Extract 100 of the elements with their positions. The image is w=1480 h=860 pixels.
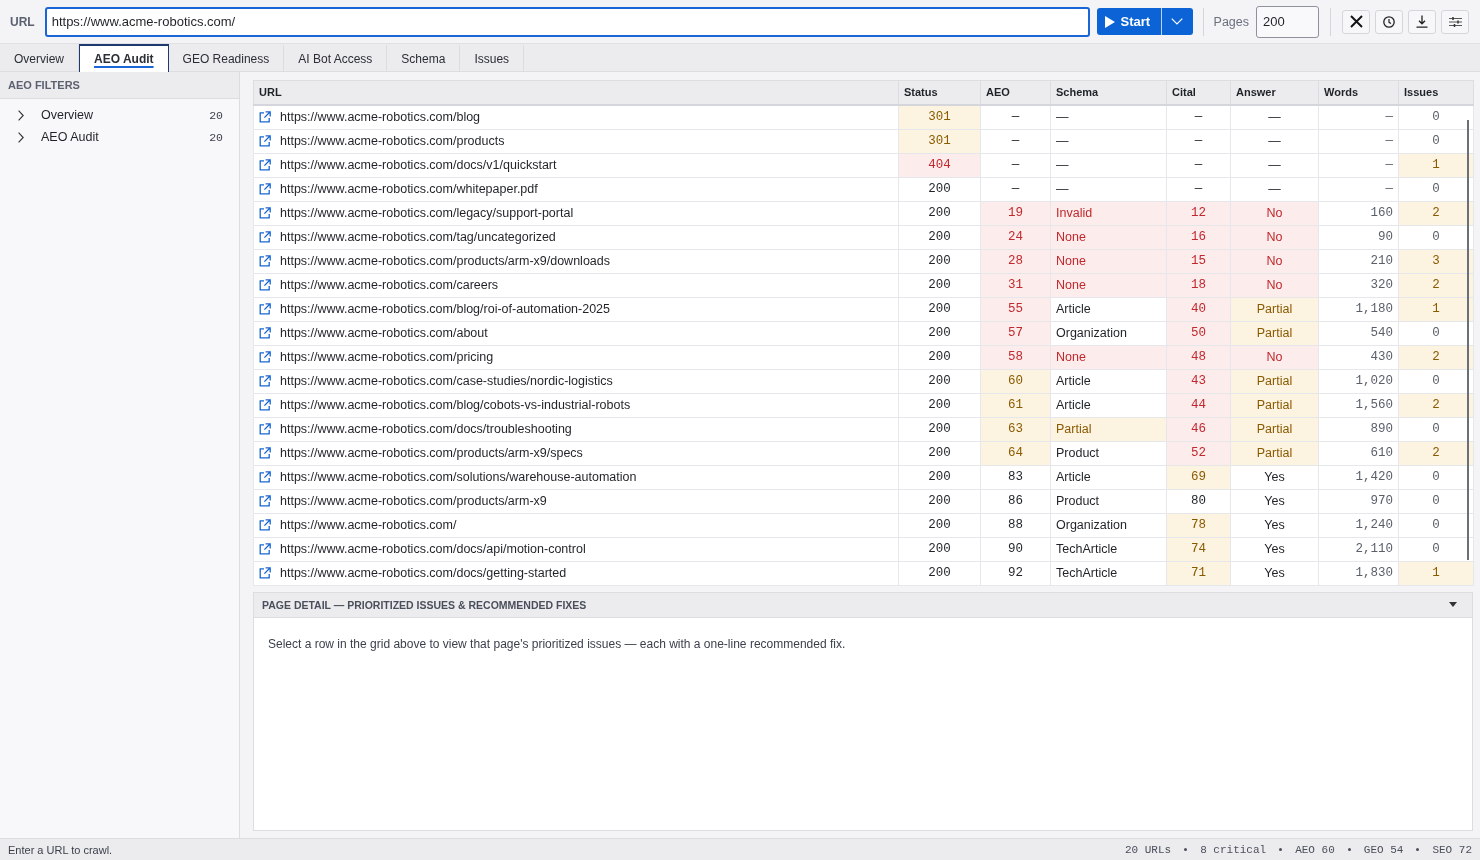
- bullet-icon: [1416, 848, 1420, 851]
- pages-field[interactable]: 200: [1256, 5, 1319, 38]
- caret-down-icon[interactable]: [1449, 602, 1457, 607]
- table-cell: —: [1230, 104, 1319, 129]
- url-text: https://www.acme-robotics.com/legacy/support-portal: [280, 206, 574, 220]
- table-cell: Organization: [1050, 321, 1167, 345]
- chevron-right-icon[interactable]: [18, 109, 24, 121]
- chevron-down-icon: [1171, 18, 1184, 25]
- external-link-icon[interactable]: [259, 111, 271, 123]
- url-text: https://www.acme-robotics.com/blog/roi-of-automation-2025: [280, 302, 610, 316]
- table-cell: —: [1050, 153, 1167, 177]
- table-cell: Invalid: [1050, 201, 1167, 225]
- table-cell: Organization: [1050, 513, 1167, 537]
- settings-button[interactable]: [1441, 9, 1469, 34]
- url-field[interactable]: https://www.acme-robotics.com/: [44, 6, 1090, 37]
- url-text: https://www.acme-robotics.com/docs/troubleshooting: [280, 422, 572, 436]
- column-header[interactable]: Cital: [1166, 80, 1231, 105]
- external-link-icon[interactable]: [259, 423, 271, 435]
- external-link-icon[interactable]: [259, 351, 271, 363]
- external-link-icon[interactable]: [259, 375, 271, 387]
- status-stat: GEO 54: [1363, 843, 1404, 856]
- url-text: https://www.acme-robotics.com/products/arm-x9/downloads: [280, 254, 610, 268]
- external-link-icon[interactable]: [259, 135, 271, 147]
- external-link-icon[interactable]: [259, 207, 271, 219]
- url-text: https://www.acme-robotics.com/blog: [280, 110, 481, 124]
- close-icon: [1349, 15, 1363, 28]
- table-cell: Partial: [1230, 369, 1319, 393]
- column-header[interactable]: Words: [1318, 80, 1399, 105]
- table-cell: None: [1050, 249, 1167, 273]
- external-link-icon[interactable]: [259, 279, 271, 291]
- external-link-icon[interactable]: [259, 519, 271, 531]
- status-stat: SEO 72: [1432, 843, 1472, 856]
- table-cell: Partial: [1050, 417, 1167, 441]
- url-text: https://www.acme-robotics.com/products/arm-x9/specs: [280, 446, 583, 460]
- sliders-icon: [1448, 16, 1462, 27]
- download-icon: [1416, 15, 1428, 28]
- url-label: URL: [10, 14, 35, 29]
- table-cell: None: [1050, 273, 1167, 297]
- table-cell: Product: [1050, 441, 1167, 465]
- pages-label: Pages: [1213, 14, 1249, 29]
- column-header[interactable]: Answer: [1230, 80, 1319, 105]
- external-link-icon[interactable]: [259, 495, 271, 507]
- column-header[interactable]: AEO: [980, 80, 1051, 105]
- column-header[interactable]: Issues: [1398, 80, 1474, 105]
- external-link-icon[interactable]: [259, 543, 271, 555]
- url-text: https://www.acme-robotics.com/tag/uncategorized: [280, 230, 556, 244]
- filter-item[interactable]: AEO Audit: [41, 130, 210, 144]
- external-link-icon[interactable]: [259, 567, 271, 579]
- external-link-icon[interactable]: [259, 447, 271, 459]
- table-cell: TechArticle: [1050, 561, 1167, 585]
- external-link-icon[interactable]: [259, 183, 271, 195]
- table-cell: No: [1230, 201, 1319, 225]
- history-button[interactable]: [1375, 9, 1403, 34]
- table-cell: Product: [1050, 489, 1167, 513]
- table-cell: Yes: [1230, 537, 1319, 561]
- tab[interactable]: Schema: [387, 44, 461, 71]
- external-link-icon[interactable]: [259, 399, 271, 411]
- url-text: https://www.acme-robotics.com/docs/api/motion-control: [280, 542, 586, 556]
- external-link-icon[interactable]: [259, 231, 271, 243]
- url-text: https://www.acme-robotics.com/careers: [280, 278, 499, 292]
- table-cell: No: [1230, 345, 1319, 369]
- column-header[interactable]: URL: [253, 80, 899, 105]
- sidebar-title: AEO FILTERS: [0, 72, 239, 99]
- table-cell: Yes: [1230, 489, 1319, 513]
- dropdown-button[interactable]: [1160, 8, 1193, 35]
- tab[interactable]: Issues: [460, 44, 525, 71]
- start-button[interactable]: Start: [1096, 8, 1161, 35]
- table-cell: No: [1230, 273, 1319, 297]
- external-link-icon[interactable]: [259, 471, 271, 483]
- tab[interactable]: AI Bot Access: [284, 44, 388, 71]
- url-text: https://www.acme-robotics.com/products/arm-x9: [280, 494, 547, 508]
- table-cell: Yes: [1230, 513, 1319, 537]
- download-button[interactable]: [1408, 9, 1436, 34]
- tab[interactable]: GEO Readiness: [168, 44, 285, 71]
- external-link-icon[interactable]: [259, 327, 271, 339]
- url-text: https://www.acme-robotics.com/products: [280, 134, 505, 148]
- table-cell: Partial: [1230, 321, 1319, 345]
- column-header[interactable]: Status: [898, 80, 981, 105]
- filter-count: 20: [209, 130, 223, 144]
- table-cell: Partial: [1230, 441, 1319, 465]
- external-link-icon[interactable]: [259, 255, 271, 267]
- panel-title: PAGE DETAIL — PRIORITIZED ISSUES & RECOMMENDED FIXES: [262, 598, 587, 611]
- table-cell: No: [1230, 225, 1319, 249]
- table-cell: Article: [1050, 369, 1167, 393]
- filter-item[interactable]: Overview: [41, 108, 210, 122]
- close-button[interactable]: [1342, 9, 1370, 34]
- filter-count: 20: [209, 108, 223, 122]
- url-text: https://www.acme-robotics.com/about: [280, 326, 488, 340]
- external-link-icon[interactable]: [259, 159, 271, 171]
- chevron-right-icon[interactable]: [18, 131, 24, 143]
- table-cell: —: [1230, 177, 1319, 201]
- scrollbar[interactable]: [1467, 120, 1469, 560]
- column-header[interactable]: Schema: [1050, 80, 1167, 105]
- url-text: https://www.acme-robotics.com/blog/cobots-vs-industrial-robots: [280, 398, 631, 412]
- tab[interactable]: AEO Audit: [79, 44, 169, 72]
- table-cell: Article: [1050, 393, 1167, 417]
- external-link-icon[interactable]: [259, 303, 271, 315]
- url-text: https://www.acme-robotics.com/docs/getting-started: [280, 566, 567, 580]
- table-cell: —: [1230, 129, 1319, 153]
- clock-icon: [1383, 15, 1395, 28]
